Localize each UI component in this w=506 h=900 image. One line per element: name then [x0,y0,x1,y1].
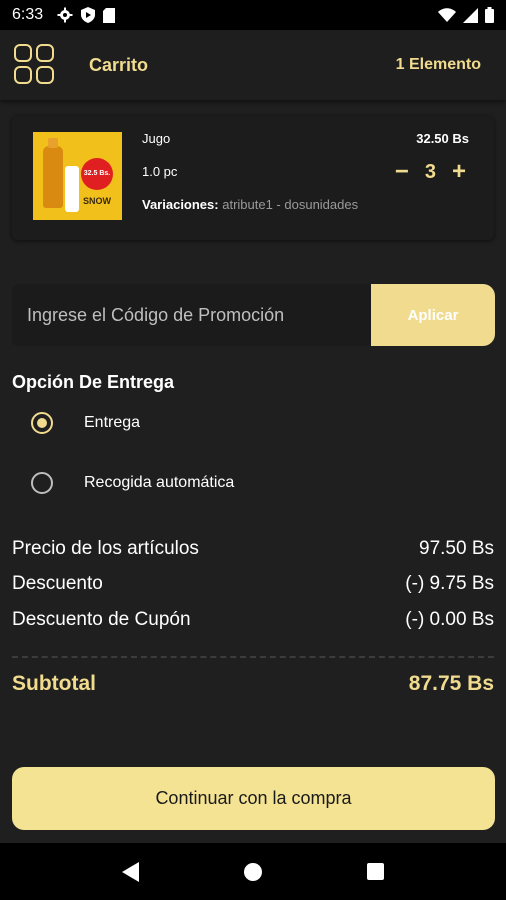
summary-label: Descuento [12,573,103,594]
summary-items-price: Precio de los artículos 97.50 Bs [12,538,494,560]
variations-label: Variaciones: [142,197,219,212]
sd-card-icon [103,7,116,23]
delivery-option-entrega[interactable]: Entrega [31,412,140,434]
battery-icon [485,7,494,23]
summary-label: Precio de los artículos [12,538,199,559]
delivery-option-label: Recogida automática [84,474,235,491]
delivery-option-pickup[interactable]: Recogida automática [31,472,234,494]
product-brand: SNOW [83,196,111,206]
signal-icon [463,7,478,23]
apply-button[interactable]: Aplicar [371,284,495,346]
continue-button[interactable]: Continuar con la compra [12,767,495,830]
recents-icon[interactable] [366,863,384,880]
status-icons-left [57,7,116,23]
item-count: 1 Elemento [395,56,481,73]
gear-icon [57,7,73,23]
product-image: 32.5 Bs. SNOW [33,132,122,220]
delivery-option-label: Entrega [84,414,141,431]
status-bar: 6:33 [0,0,506,30]
radio-selected-icon[interactable] [31,412,53,434]
item-name: Jugo [142,131,171,146]
variations-value: atribute1 - dosunidades [222,197,359,212]
price-badge: 32.5 Bs. [81,158,113,190]
summary-value: 97.50 Bs [419,538,494,559]
page-title: Carrito [89,54,149,75]
cart-item: 32.5 Bs. SNOW Jugo 1.0 pc Variaciones: a… [12,116,494,240]
summary-coupon: Descuento de Cupón (-) 0.00 Bs [12,609,494,631]
item-price: 32.50 Bs [416,131,469,146]
system-nav-bar [0,843,506,900]
subtotal-row: Subtotal 87.75 Bs [12,672,494,696]
status-icons-right [438,7,494,23]
status-time: 6:33 [12,6,44,23]
radio-unselected-icon[interactable] [31,472,53,494]
wifi-icon [438,8,456,22]
app-bar: Carrito 1 Elemento [0,30,506,100]
promo-code-input[interactable] [12,284,372,346]
summary-value: (-) 9.75 Bs [405,573,494,594]
divider [12,656,494,658]
minus-icon[interactable]: − [395,160,409,184]
shield-icon [81,7,96,23]
item-variations: Variaciones: atribute1 - dosunidades [142,197,358,212]
summary-value: (-) 0.00 Bs [405,609,494,630]
subtotal-label: Subtotal [12,672,96,695]
summary-label: Descuento de Cupón [12,609,191,630]
plus-icon[interactable]: + [452,160,466,184]
product-carton [65,166,79,212]
subtotal-value: 87.75 Bs [408,672,494,695]
item-unit: 1.0 pc [142,164,178,179]
home-icon[interactable] [243,862,262,881]
quantity-value: 3 [424,160,436,183]
summary-discount: Descuento (-) 9.75 Bs [12,573,494,595]
back-icon[interactable] [122,861,140,882]
quantity-stepper: − 3 + [395,160,466,184]
menu-grid-icon[interactable] [14,44,56,86]
product-bottle [43,138,63,208]
delivery-title: Opción De Entrega [12,372,175,392]
